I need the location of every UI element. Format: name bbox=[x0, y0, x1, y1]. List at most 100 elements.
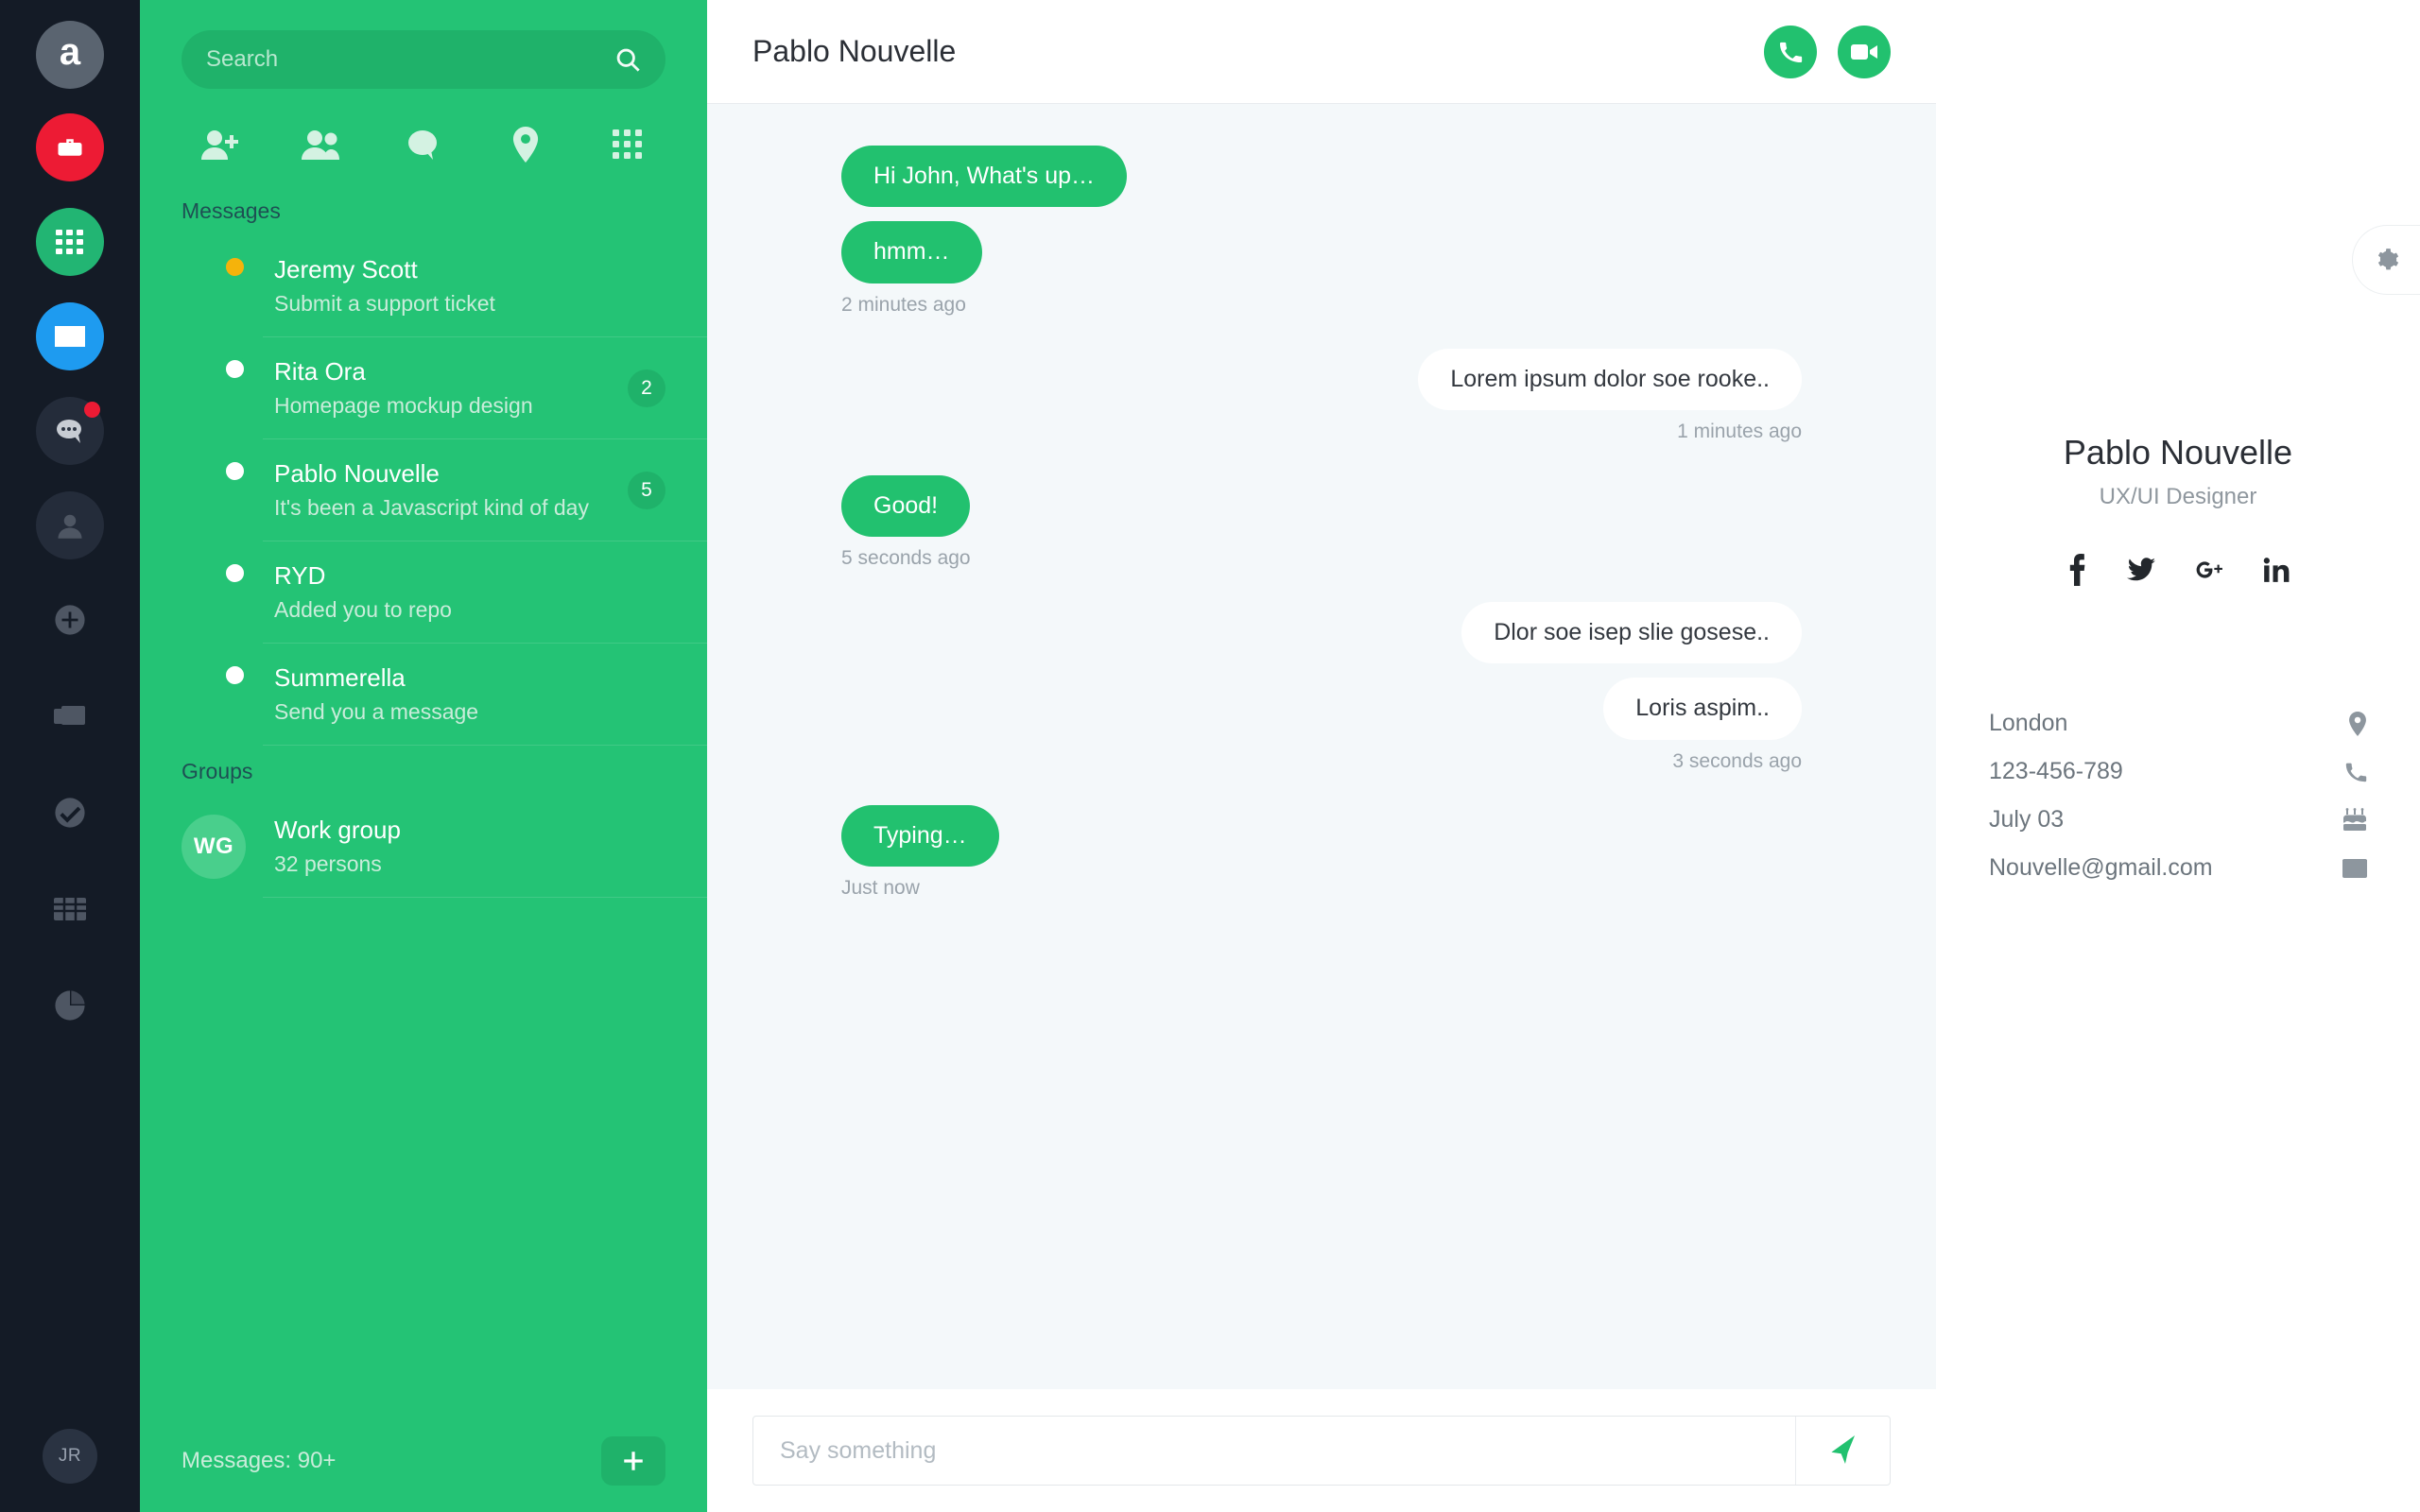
unread-badge: 2 bbox=[628, 369, 666, 407]
message-row-incoming: Good! bbox=[752, 474, 1891, 551]
pie-chart-icon[interactable] bbox=[36, 971, 104, 1040]
message-group: Hi John, What's up… hmm… 2 minutes ago bbox=[752, 146, 1891, 317]
group-item-work-group[interactable]: WG Work group 32 persons bbox=[140, 796, 707, 898]
conversation-preview: It's been a Javascript kind of day bbox=[274, 494, 589, 520]
message-input[interactable] bbox=[753, 1417, 1795, 1485]
search-container bbox=[140, 0, 707, 89]
linkedin-icon[interactable] bbox=[2263, 554, 2290, 586]
table-icon[interactable] bbox=[36, 875, 104, 943]
message-group: Dlor soe isep slie gosese.. Loris aspim.… bbox=[752, 602, 1891, 773]
conversation-name: Pablo Nouvelle bbox=[274, 459, 440, 489]
send-icon[interactable] bbox=[1795, 1417, 1890, 1485]
message-avatar bbox=[1832, 602, 1891, 661]
message-bubble[interactable]: Dlor soe isep slie gosese.. bbox=[1461, 602, 1802, 664]
chat-bubble-icon[interactable] bbox=[395, 123, 452, 166]
message-avatar bbox=[752, 146, 811, 204]
unread-badge: 5 bbox=[628, 472, 666, 509]
conversation-item-summerella[interactable]: Summerella Send you a message bbox=[140, 644, 707, 746]
users-icon[interactable] bbox=[293, 123, 350, 166]
add-user-icon[interactable] bbox=[191, 123, 248, 166]
message-timestamp-wrap: 3 seconds ago bbox=[752, 750, 1891, 773]
message-avatar bbox=[1832, 349, 1891, 407]
facebook-icon[interactable] bbox=[2066, 554, 2087, 586]
message-timestamp: 1 minutes ago bbox=[1677, 420, 1802, 442]
app-logo-button[interactable]: a bbox=[36, 21, 104, 89]
briefcase-icon[interactable] bbox=[36, 113, 104, 181]
current-user-initials: JR bbox=[58, 1446, 82, 1466]
message-timestamp-wrap: 2 minutes ago bbox=[752, 294, 1891, 317]
status-dot bbox=[222, 560, 248, 586]
video-call-icon[interactable] bbox=[1838, 25, 1891, 78]
chat-title: Pablo Nouvelle bbox=[752, 34, 957, 68]
grid-dots-icon[interactable] bbox=[599, 123, 656, 166]
map-pin-icon bbox=[2348, 711, 2367, 736]
group-initials: WG bbox=[193, 833, 234, 859]
avatar bbox=[182, 356, 248, 421]
avatar bbox=[182, 458, 248, 523]
group-list: WG Work group 32 persons bbox=[140, 796, 707, 898]
bubble-stack: Good! bbox=[811, 474, 971, 551]
profile-role: UX/UI Designer bbox=[2099, 484, 2257, 509]
google-plus-icon[interactable] bbox=[2195, 554, 2223, 586]
info-text: London bbox=[1989, 710, 2068, 736]
info-text: Nouvelle@gmail.com bbox=[1989, 854, 2213, 881]
check-circle-icon[interactable] bbox=[36, 779, 104, 847]
envelope-icon bbox=[2342, 858, 2367, 878]
message-bubble[interactable]: Loris aspim.. bbox=[1603, 678, 1802, 740]
list-divider bbox=[263, 897, 707, 898]
info-row-birthday: July 03 bbox=[1989, 796, 2367, 844]
twitter-icon[interactable] bbox=[2127, 554, 2155, 586]
conversation-item-ryd[interactable]: RYD Added you to repo bbox=[140, 541, 707, 644]
search-icon[interactable] bbox=[614, 46, 641, 73]
bubble-stack: Dlor soe isep slie gosese.. Loris aspim.… bbox=[1461, 602, 1832, 754]
conversation-meta: Pablo Nouvelle It's been a Javascript ki… bbox=[246, 458, 628, 523]
message-timestamp-wrap: 5 seconds ago bbox=[752, 547, 1891, 570]
current-user-avatar[interactable]: JR bbox=[43, 1429, 97, 1484]
message-bubble[interactable]: Lorem ipsum dolor soe rooke.. bbox=[1418, 348, 1802, 410]
message-bubble[interactable]: hmm… bbox=[841, 221, 982, 284]
conversation-preview: Added you to repo bbox=[274, 596, 452, 622]
groups-section-label: Groups bbox=[182, 759, 253, 783]
conversation-preview: Submit a support ticket bbox=[274, 290, 495, 316]
info-text: July 03 bbox=[1989, 806, 2065, 833]
status-dot bbox=[222, 458, 248, 484]
mail-icon[interactable] bbox=[36, 302, 104, 370]
plus-circle-icon[interactable] bbox=[36, 586, 104, 654]
message-timestamp: 2 minutes ago bbox=[841, 293, 966, 316]
message-group: Good! 5 seconds ago bbox=[752, 474, 1891, 570]
chat-icon[interactable] bbox=[36, 397, 104, 465]
add-conversation-button[interactable] bbox=[601, 1436, 666, 1486]
conversation-item-rita-ora[interactable]: Rita Ora Homepage mockup design 2 bbox=[140, 337, 707, 439]
message-row-incoming: Typing… bbox=[752, 804, 1891, 881]
conversation-meta: Jeremy Scott Submit a support ticket bbox=[246, 254, 666, 318]
profile-panel: Pablo Nouvelle UX/UI Designer London 123… bbox=[1936, 0, 2420, 1512]
conversation-item-jeremy-scott[interactable]: Jeremy Scott Submit a support ticket bbox=[140, 235, 707, 337]
conversation-item-pablo-nouvelle[interactable]: Pablo Nouvelle It's been a Javascript ki… bbox=[140, 439, 707, 541]
message-group: Typing… Just now bbox=[752, 804, 1891, 900]
message-bubble[interactable]: Hi John, What's up… bbox=[841, 146, 1128, 208]
phone-call-icon[interactable] bbox=[1764, 25, 1817, 78]
message-row-outgoing: Lorem ipsum dolor soe rooke.. bbox=[752, 348, 1891, 424]
location-pin-icon[interactable] bbox=[497, 123, 554, 166]
bubble-stack: Hi John, What's up… hmm… bbox=[811, 146, 1128, 298]
group-avatar: WG bbox=[182, 815, 246, 879]
messages-section-label: Messages bbox=[182, 198, 281, 223]
profile-info: London 123-456-789 July 03 Nouvelle@gmai… bbox=[1936, 699, 2420, 892]
search-input[interactable] bbox=[206, 46, 614, 73]
composer-box[interactable] bbox=[752, 1416, 1891, 1486]
social-links bbox=[2066, 554, 2290, 586]
chat-unread-badge bbox=[84, 402, 100, 418]
message-thread: Hi John, What's up… hmm… 2 minutes ago L… bbox=[707, 104, 1936, 1389]
search-box[interactable] bbox=[182, 30, 666, 89]
gear-icon[interactable] bbox=[2352, 225, 2420, 295]
user-icon[interactable] bbox=[36, 491, 104, 559]
bubble-stack: Typing… bbox=[811, 804, 999, 881]
chat-column: Pablo Nouvelle Hi John, What's up… hmm… … bbox=[707, 0, 1936, 1512]
grid-apps-icon[interactable] bbox=[36, 208, 104, 276]
conversation-meta: RYD Added you to repo bbox=[246, 560, 666, 625]
layers-icon[interactable] bbox=[36, 682, 104, 750]
bubble-stack: Lorem ipsum dolor soe rooke.. bbox=[1418, 348, 1832, 424]
message-bubble[interactable]: Good! bbox=[841, 474, 971, 537]
profile-name: Pablo Nouvelle bbox=[2063, 433, 2293, 472]
conversation-name: RYD bbox=[274, 561, 326, 591]
